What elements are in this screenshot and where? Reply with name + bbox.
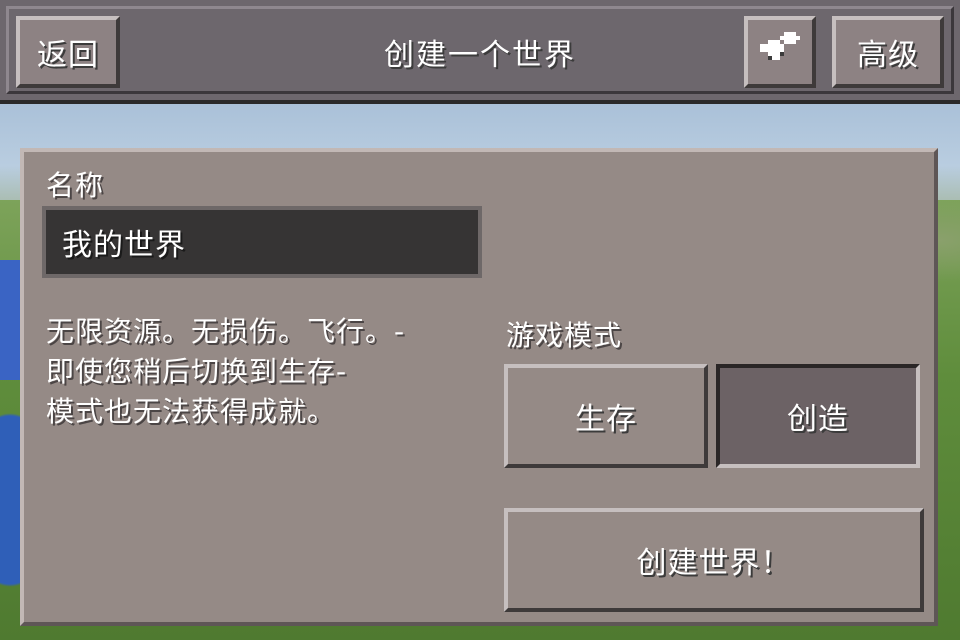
- screen: 返回 创建一个世界 高级 名称 无限资源: [0, 0, 960, 640]
- game-mode-label: 游戏模式: [506, 319, 623, 352]
- survival-mode-button[interactable]: 生存: [504, 364, 708, 468]
- creative-mode-button[interactable]: 创造: [716, 364, 920, 468]
- puzzle-icon: [756, 24, 804, 80]
- name-label: 名称: [46, 169, 105, 202]
- description-line: 即使您稍后切换到生存-: [46, 355, 348, 388]
- mode-description: 无限资源。无损伤。飞行。- 即使您稍后切换到生存- 模式也无法获得成就。: [46, 312, 466, 432]
- advanced-button[interactable]: 高级: [832, 16, 944, 88]
- create-world-button[interactable]: 创建世界！: [504, 508, 924, 612]
- create-world-panel: 名称 无限资源。无损伤。飞行。- 即使您稍后切换到生存- 模式也无法获得成就。 …: [20, 148, 938, 626]
- world-name-input[interactable]: [42, 206, 482, 278]
- description-line: 无限资源。无损伤。飞行。-: [46, 315, 406, 348]
- back-button[interactable]: 返回: [16, 16, 120, 88]
- puzzle-button[interactable]: [744, 16, 816, 88]
- description-line: 模式也无法获得成就。: [46, 395, 337, 428]
- top-bar: 返回 创建一个世界 高级: [0, 0, 960, 104]
- page-title: 创建一个世界: [384, 38, 576, 73]
